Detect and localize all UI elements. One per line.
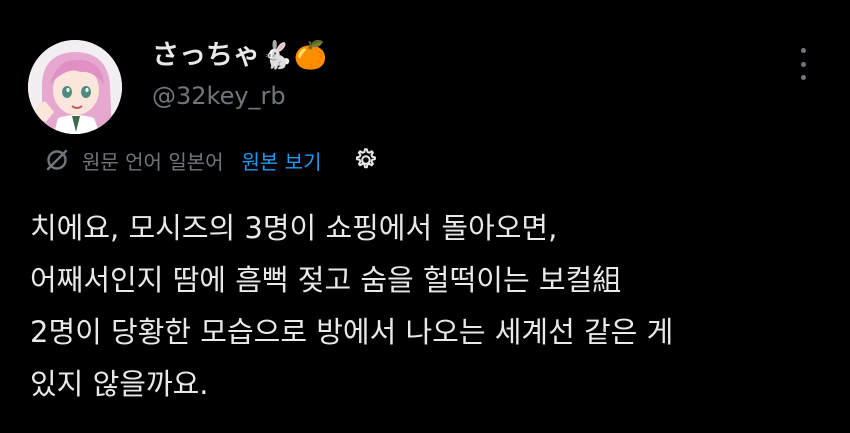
translate-off-icon [44, 147, 70, 173]
avatar[interactable] [28, 40, 122, 134]
translation-bar: 원문 언어 일본어 원본 보기 [44, 142, 379, 178]
translation-note: 원문 언어 일본어 [82, 149, 224, 174]
more-vertical-icon-dot [800, 75, 806, 80]
show-original-link[interactable]: 원본 보기 [242, 146, 322, 175]
tweet-text-line: 있지 않을까요. [30, 367, 209, 401]
tweet-text-line: 2명이 당황한 모습으로 방에서 나오는 세계선 같은 게 [30, 315, 674, 349]
avatar-image [28, 40, 122, 134]
author-handle[interactable]: @32key_rb [152, 80, 286, 112]
tweet-text-line: 치에요, 모시즈의 3명이 쇼핑에서 돌아오면, [30, 211, 558, 245]
more-vertical-icon [800, 48, 806, 53]
tweet-text-line: 어째서인지 땀에 흠뻑 젖고 숨을 헐떡이는 보컬組 [30, 263, 622, 297]
more-vertical-icon-dot [800, 61, 806, 67]
author-display-name[interactable]: さっちゃ🐇🍊 [152, 38, 327, 74]
tweet-text: 치에요, 모시즈의 3명이 쇼핑에서 돌아오면, 어째서인지 땀에 흠뻑 젖고 … [30, 202, 830, 410]
gear-icon[interactable] [351, 146, 379, 174]
more-options-button[interactable] [790, 44, 816, 84]
